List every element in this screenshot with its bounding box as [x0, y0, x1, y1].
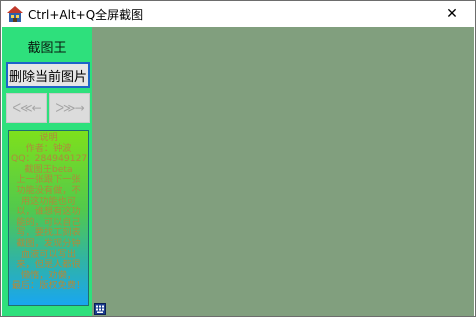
close-icon: ✕ [446, 6, 458, 22]
title-bar[interactable]: Ctrl+Alt+Q全屏截图 ✕ [1, 1, 475, 27]
close-button[interactable]: ✕ [429, 1, 475, 27]
sidebar: 截图王 删除当前图片 ᐸ≪← ᐳ≫→ 说明 作者：钟波 QQ：284949127… [2, 27, 92, 316]
keyboard-icon[interactable] [94, 300, 106, 315]
window-title: Ctrl+Alt+Q全屏截图 [28, 8, 144, 22]
info-textbox[interactable]: 说明 作者：钟波 QQ：284949127 截图王beta 上一张跟下一张 功能… [8, 130, 89, 306]
canvas-area[interactable]: 截图王 删除当前图片 ᐸ≪← ᐳ≫→ 说明 作者：钟波 QQ：284949127… [2, 27, 474, 316]
info-line: 功能没有做，不 [16, 184, 81, 196]
house-icon[interactable] [6, 5, 24, 23]
info-line: 说明 [39, 132, 58, 143]
info-line: 截图，发现分钟 [16, 237, 81, 249]
next-image-button[interactable]: ᐳ≫→ [49, 93, 90, 123]
delete-current-image-button[interactable]: 删除当前图片 [6, 62, 90, 88]
previous-image-button[interactable]: ᐸ≪← [6, 93, 47, 123]
info-line: 最后：版权免费！ [11, 280, 86, 292]
main-window: Ctrl+Alt+Q全屏截图 ✕ 截图王 删除当前图片 ᐸ≪← ᐳ≫→ 说明 作… [0, 0, 476, 317]
sidebar-title: 截图王 [27, 41, 67, 56]
